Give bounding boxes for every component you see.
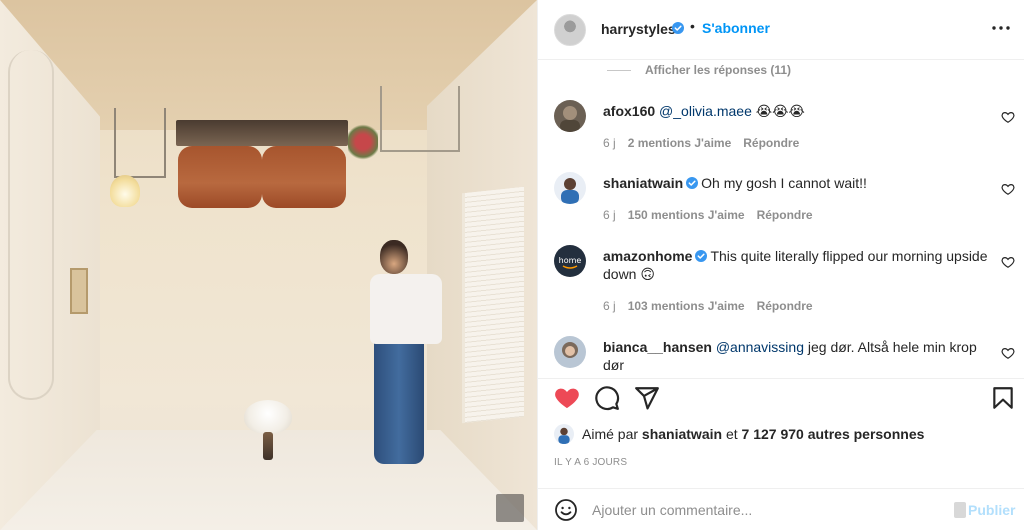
liked-by-user[interactable]: shaniatwain bbox=[642, 426, 722, 442]
heart-icon[interactable] bbox=[1001, 255, 1015, 269]
image-side-table bbox=[114, 108, 166, 178]
commenter-avatar[interactable]: home bbox=[554, 245, 586, 277]
author-username[interactable]: harrystyles bbox=[601, 21, 676, 37]
image-floor-lamp bbox=[244, 400, 292, 434]
comment-meta: 6 j 103 mentions J'aime Répondre bbox=[603, 299, 813, 313]
comment-composer: Publier bbox=[538, 488, 1024, 530]
post-image[interactable] bbox=[0, 0, 537, 530]
comment-icon[interactable] bbox=[594, 385, 620, 411]
comment-mention[interactable]: @_olivia.maee bbox=[659, 103, 752, 119]
publish-label: Publier bbox=[968, 502, 1016, 518]
view-replies-button[interactable]: Afficher les réponses (11) bbox=[607, 63, 791, 77]
comment-time[interactable]: 6 j bbox=[603, 299, 616, 313]
comment-likes[interactable]: 2 mentions J'aime bbox=[628, 136, 732, 150]
image-cable bbox=[8, 50, 54, 400]
emoji-icon[interactable] bbox=[554, 498, 578, 522]
verified-badge-icon bbox=[686, 177, 699, 189]
liked-by-summary: Aimé par shaniatwain et 7 127 970 autres… bbox=[554, 424, 924, 444]
record-label-logo bbox=[496, 494, 524, 522]
commenter-username[interactable]: amazonhome bbox=[603, 248, 692, 264]
comments-list[interactable]: Afficher les réponses (11) afox160 @_oli… bbox=[538, 60, 1024, 378]
heart-icon[interactable] bbox=[554, 385, 580, 411]
commenter-avatar[interactable] bbox=[554, 172, 586, 204]
follow-button[interactable]: S'abonner bbox=[702, 20, 770, 36]
comment-input[interactable] bbox=[592, 497, 932, 523]
bookmark-icon[interactable] bbox=[990, 385, 1016, 411]
reply-button[interactable]: Répondre bbox=[757, 208, 813, 222]
comment-text: bianca__hansen @annavissing jeg dør. Alt… bbox=[603, 338, 993, 374]
share-icon[interactable] bbox=[634, 385, 660, 411]
author-avatar[interactable] bbox=[554, 14, 586, 46]
commenter-username[interactable]: afox160 bbox=[603, 103, 655, 119]
liked-by-avatar[interactable] bbox=[554, 424, 574, 444]
comment-time[interactable]: 6 j bbox=[603, 208, 616, 222]
image-window-blinds bbox=[462, 186, 524, 424]
liked-by-prefix: Aimé par bbox=[582, 426, 642, 442]
reply-button[interactable]: Répondre bbox=[757, 299, 813, 313]
commenter-username[interactable]: shaniatwain bbox=[603, 175, 683, 191]
heart-icon[interactable] bbox=[1001, 182, 1015, 196]
image-plant bbox=[348, 122, 378, 162]
post-side-panel: harrystyles • S'abonner Afficher les rép… bbox=[537, 0, 1024, 530]
liked-by-middle: et bbox=[722, 426, 742, 442]
comment-text: afox160 @_olivia.maee 😭😭😭 bbox=[603, 102, 993, 120]
post-header: harrystyles • S'abonner bbox=[538, 0, 1024, 60]
image-ceiling-lamp bbox=[110, 175, 140, 207]
comment-time[interactable]: 6 j bbox=[603, 136, 616, 150]
header-separator-dot: • bbox=[690, 18, 695, 34]
image-floor-lamp-stand bbox=[263, 432, 273, 460]
comment-likes[interactable]: 103 mentions J'aime bbox=[628, 299, 745, 313]
view-replies-label: Afficher les réponses (11) bbox=[645, 63, 792, 77]
image-upside-down-sofa bbox=[176, 120, 348, 210]
publish-handle-icon bbox=[954, 502, 966, 518]
comment-meta: 6 j 150 mentions J'aime Répondre bbox=[603, 208, 813, 222]
likes-count[interactable]: 7 127 970 autres personnes bbox=[742, 426, 925, 442]
comment-mention[interactable]: @annavissing bbox=[716, 339, 804, 355]
commenter-avatar[interactable] bbox=[554, 100, 586, 132]
more-options-icon[interactable] bbox=[990, 17, 1012, 39]
post-timestamp[interactable]: IL Y A 6 JOURS bbox=[554, 457, 627, 468]
image-coffee-table bbox=[380, 86, 460, 152]
comment-text: shaniatwain Oh my gosh I cannot wait!! bbox=[603, 174, 993, 192]
comment-likes[interactable]: 150 mentions J'aime bbox=[628, 208, 745, 222]
comment-meta: 6 j 2 mentions J'aime Répondre bbox=[603, 136, 799, 150]
publish-button[interactable]: Publier bbox=[954, 502, 1015, 518]
replies-line bbox=[607, 69, 631, 71]
commenter-avatar[interactable] bbox=[554, 336, 586, 368]
comment-text: amazonhome This quite literally flipped o… bbox=[603, 247, 993, 283]
comment-body: 😭😭😭 bbox=[751, 103, 805, 119]
verified-badge-icon bbox=[695, 250, 708, 262]
post-actions bbox=[538, 378, 1024, 416]
reply-button[interactable]: Répondre bbox=[743, 136, 799, 150]
comment-body: Oh my gosh I cannot wait!! bbox=[701, 175, 867, 191]
image-wall-frame bbox=[70, 268, 88, 314]
image-person bbox=[362, 240, 454, 470]
heart-icon[interactable] bbox=[1001, 110, 1015, 124]
commenter-username[interactable]: bianca__hansen bbox=[603, 339, 712, 355]
svg-text:home: home bbox=[559, 256, 582, 265]
heart-icon[interactable] bbox=[1001, 346, 1015, 360]
verified-badge-icon bbox=[672, 22, 684, 34]
